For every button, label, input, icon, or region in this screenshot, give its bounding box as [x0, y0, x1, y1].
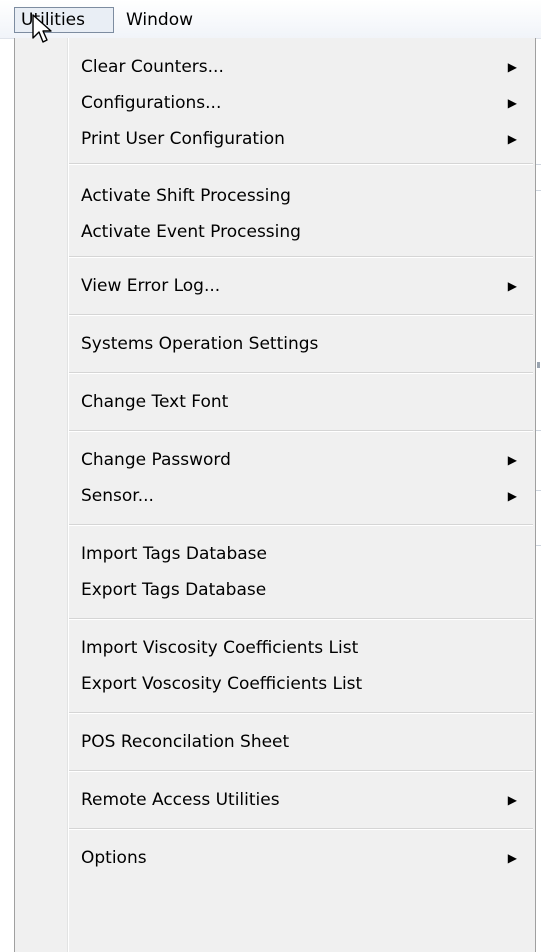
background-gridline [536, 430, 541, 431]
menu-item-sensor[interactable]: Sensor... ▶ [15, 478, 535, 514]
menu-item-export-viscosity-coefficients[interactable]: Export Voscosity Coefficients List [15, 666, 535, 702]
menu-item-label: POS Reconcilation Sheet [81, 732, 290, 752]
menu-item-view-error-log[interactable]: View Error Log... ▶ [15, 268, 535, 304]
menu-item-label: Systems Operation Settings [81, 334, 319, 354]
menu-separator [69, 314, 533, 316]
menu-separator [69, 618, 533, 620]
menu-item-label: Remote Access Utilities [81, 790, 280, 810]
menu-separator [69, 163, 533, 165]
menu-item-label: Print User Configuration [81, 129, 285, 149]
menu-item-print-user-configuration[interactable]: Print User Configuration ▶ [15, 121, 535, 157]
submenu-arrow-icon: ▶ [507, 453, 517, 467]
submenu-arrow-icon: ▶ [507, 489, 517, 503]
menu-item-clear-counters[interactable]: Clear Counters... ▶ [15, 49, 535, 85]
menu-utilities[interactable]: Utilities [14, 7, 114, 33]
menu-item-import-viscosity-coefficients[interactable]: Import Viscosity Coefficients List [15, 630, 535, 666]
menu-item-systems-operation-settings[interactable]: Systems Operation Settings [15, 326, 535, 362]
menu-item-activate-shift-processing[interactable]: Activate Shift Processing [15, 178, 535, 214]
submenu-arrow-icon: ▶ [507, 793, 517, 807]
mouse-pointer-icon [32, 14, 52, 43]
submenu-arrow-icon: ▶ [507, 279, 517, 293]
menu-separator [69, 770, 533, 772]
menu-item-label: Activate Shift Processing [81, 186, 291, 206]
menu-item-import-tags-database[interactable]: Import Tags Database [15, 536, 535, 572]
menu-item-change-text-font[interactable]: Change Text Font [15, 384, 535, 420]
menu-separator [69, 524, 533, 526]
menu-bar: Utilities Window [0, 0, 541, 39]
submenu-arrow-icon: ▶ [507, 96, 517, 110]
menu-item-label: Change Password [81, 450, 231, 470]
menu-window[interactable]: Window [120, 8, 199, 32]
menu-item-remote-access-utilities[interactable]: Remote Access Utilities ▶ [15, 782, 535, 818]
menu-item-pos-reconcilation-sheet[interactable]: POS Reconcilation Sheet [15, 724, 535, 760]
menu-item-label: Configurations... [81, 93, 222, 113]
menu-separator [69, 256, 533, 258]
menu-item-label: Clear Counters... [81, 57, 224, 77]
menu-item-export-tags-database[interactable]: Export Tags Database [15, 572, 535, 608]
submenu-arrow-icon: ▶ [507, 132, 517, 146]
menu-item-label: Import Tags Database [81, 544, 267, 564]
background-tick [537, 362, 540, 368]
menu-item-activate-event-processing[interactable]: Activate Event Processing [15, 214, 535, 250]
menu-separator [69, 372, 533, 374]
background-gridline [536, 490, 541, 491]
menu-item-change-password[interactable]: Change Password ▶ [15, 442, 535, 478]
menu-item-label: Export Voscosity Coefficients List [81, 674, 363, 694]
background-gridline [536, 190, 541, 191]
background-gridline [536, 164, 541, 165]
menu-item-label: Options [81, 848, 147, 868]
menu-item-options[interactable]: Options ▶ [15, 840, 535, 876]
menu-item-configurations[interactable]: Configurations... ▶ [15, 85, 535, 121]
menu-separator [69, 712, 533, 714]
utilities-dropdown-menu: Clear Counters... ▶ Configurations... ▶ … [14, 38, 536, 952]
menu-item-label: Import Viscosity Coefficients List [81, 638, 359, 658]
menu-item-label: Activate Event Processing [81, 222, 301, 242]
background-gridline [536, 545, 541, 546]
menu-separator [69, 828, 533, 830]
menu-item-label: Change Text Font [81, 392, 229, 412]
submenu-arrow-icon: ▶ [507, 851, 517, 865]
menu-separator [69, 430, 533, 432]
menu-item-label: Export Tags Database [81, 580, 267, 600]
menu-item-label: Sensor... [81, 486, 154, 506]
submenu-arrow-icon: ▶ [507, 60, 517, 74]
menu-item-label: View Error Log... [81, 276, 221, 296]
